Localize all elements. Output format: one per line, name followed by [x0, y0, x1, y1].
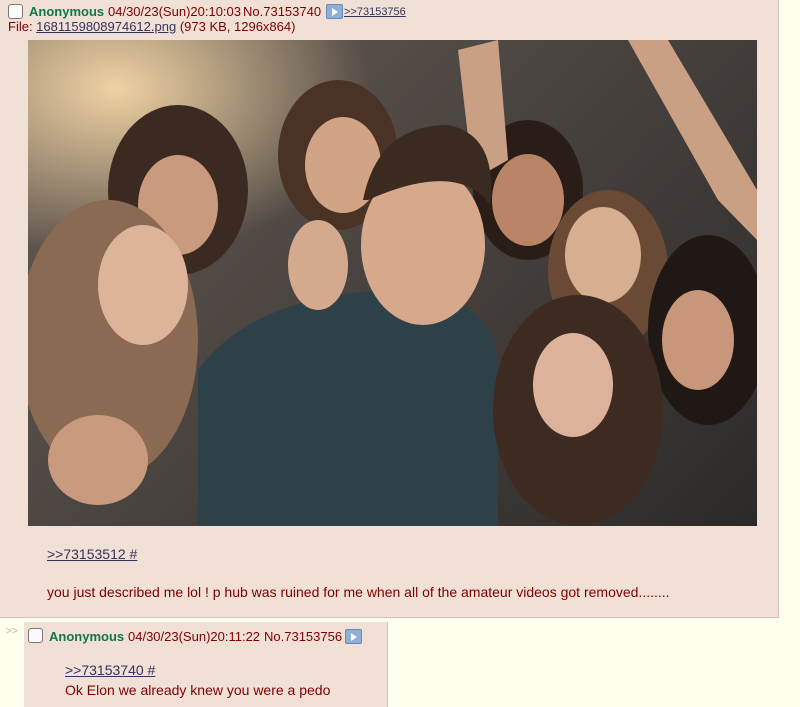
post-73153756: Anonymous 04/30/23(Sun)20:11:22 No.73153…	[24, 622, 388, 707]
post-message: you just described me lol ! p hub was ru…	[47, 584, 670, 600]
post-select-checkbox[interactable]	[28, 628, 43, 643]
poster-name: Anonymous	[29, 4, 105, 19]
post-datetime: 04/30/23(Sun)20:10:03	[108, 4, 241, 19]
backlink[interactable]: >>73153756	[344, 6, 406, 18]
post-message: Ok Elon we already knew you were a pedo	[65, 682, 331, 698]
post-select-checkbox[interactable]	[8, 4, 23, 19]
post-image[interactable]	[28, 40, 757, 526]
file-label: File:	[8, 19, 37, 34]
play-arrow-icon[interactable]	[345, 629, 362, 644]
play-arrow-icon[interactable]	[326, 4, 343, 19]
quote-link[interactable]: >>73153740 #	[65, 662, 155, 678]
poster-name: Anonymous	[49, 629, 125, 644]
photo-illustration	[28, 40, 757, 526]
post-datetime: 04/30/23(Sun)20:11:22	[128, 629, 261, 644]
file-info: File: 1681159808974612.png (973 KB, 1296…	[8, 19, 295, 34]
quote-link[interactable]: >>73153512 #	[47, 546, 137, 562]
file-meta: (973 KB, 1296x864)	[176, 19, 296, 34]
reply-arrows: >>	[6, 626, 18, 637]
post-73153740: Anonymous 04/30/23(Sun)20:10:03 No.73153…	[0, 0, 779, 618]
file-name-link[interactable]: 1681159808974612.png	[36, 19, 176, 34]
post-number[interactable]: No.73153740	[243, 4, 321, 19]
post-number[interactable]: No.73153756	[264, 629, 342, 644]
